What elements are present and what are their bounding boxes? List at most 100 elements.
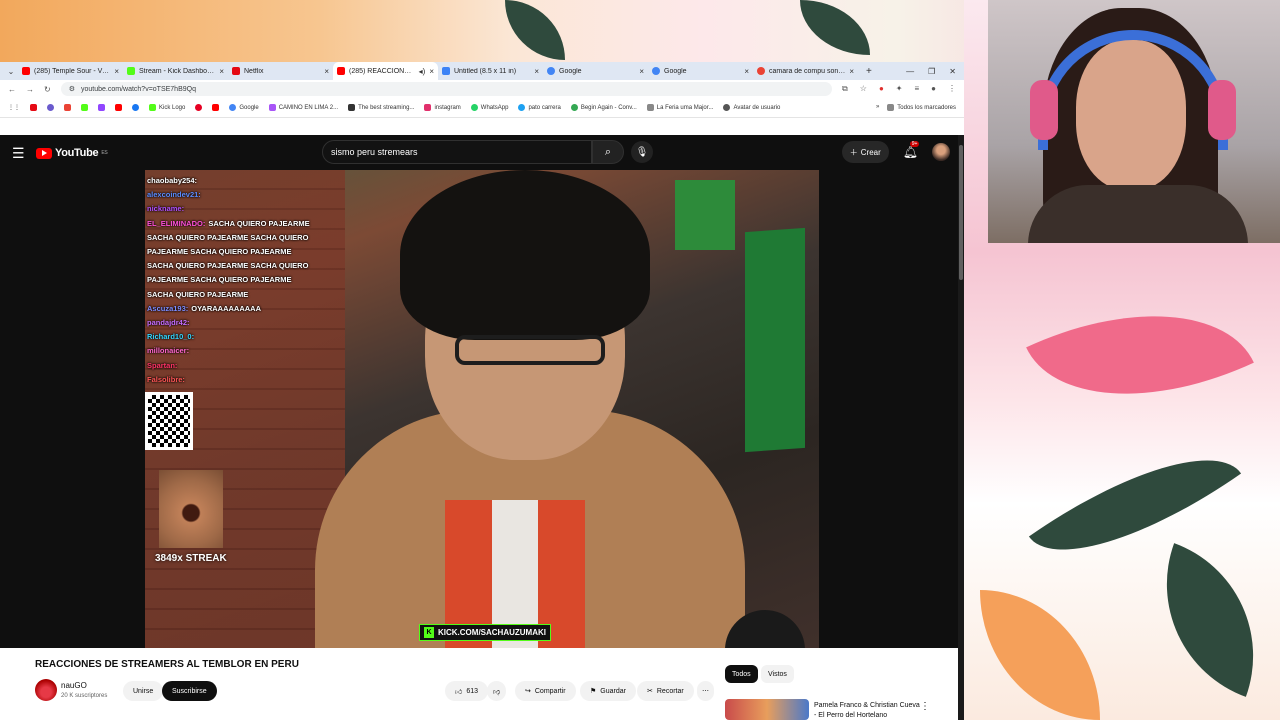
bookmark-gmail[interactable] — [64, 104, 71, 111]
bookmark-netflix[interactable] — [30, 104, 37, 111]
close-icon[interactable]: × — [324, 67, 329, 76]
video-player[interactable]: chaobaby254: alexcoindev21: nickname: EL… — [145, 170, 819, 648]
bookmark-star-icon[interactable]: ☆ — [860, 84, 867, 94]
bookmark-avatar[interactable]: Avatar de usuario — [723, 104, 780, 111]
url-field[interactable]: ⚙ youtube.com/watch?v=oTSE7hB9Qq — [60, 82, 833, 96]
bookmark-la-feria[interactable]: La Feria uma Major... — [646, 104, 713, 111]
youtube-logo[interactable]: YouTube ES — [36, 147, 108, 159]
share-icon: ↪ — [525, 688, 531, 695]
extensions-icon[interactable]: ✦ — [896, 84, 903, 94]
close-icon[interactable]: × — [849, 67, 854, 76]
pinterest-icon — [195, 104, 203, 111]
clip-button[interactable]: ✂ Recortar — [637, 681, 694, 701]
plus-icon: ＋ — [849, 147, 858, 157]
bookmark-youtube-2[interactable] — [212, 104, 220, 111]
bookmark-facebook[interactable] — [132, 104, 139, 111]
maximize-icon[interactable]: ❐ — [928, 67, 935, 76]
bookmark-streaming[interactable]: The best streaming... — [348, 104, 414, 111]
youtube-icon — [115, 104, 122, 111]
voice-search-button[interactable]: 🎙︎ — [631, 141, 653, 163]
channel-name[interactable]: nauGO — [61, 681, 87, 690]
close-icon[interactable]: × — [114, 67, 119, 76]
bookmark-kick-logo[interactable]: Kick Logo — [149, 104, 185, 111]
bookmark-icon: ⚑ — [590, 688, 597, 695]
bookmarks-bar: ⋮⋮ Kick Logo Google CAMINO EN LIMA 2... … — [0, 98, 964, 118]
chat-message: millonaicer: — [147, 346, 190, 356]
cast-icon[interactable]: ⧉ — [842, 84, 848, 94]
kick-icon — [149, 104, 156, 111]
tab-0[interactable]: (285) Temple Sour - Vers × — [18, 62, 123, 80]
search-button[interactable]: ⌕ — [592, 140, 624, 164]
google-icon — [229, 104, 237, 111]
search-input[interactable]: sismo peru stremears — [322, 140, 592, 164]
more-vert-icon[interactable]: ⋮ — [948, 84, 956, 94]
close-icon[interactable]: × — [744, 67, 749, 76]
bookmark-pinterest[interactable] — [195, 104, 203, 111]
kick-icon: K — [424, 627, 434, 638]
youtube-icon — [337, 67, 345, 75]
bookmark-instagram[interactable]: instagram — [424, 104, 461, 111]
chip-all[interactable]: Todos — [725, 665, 758, 683]
address-bar: ← → ↻ ⚙ youtube.com/watch?v=oTSE7hB9Qq ⧉… — [0, 80, 964, 98]
tab-3-active[interactable]: (285) REACCIONES DE◂)× — [333, 62, 438, 80]
close-window-icon[interactable]: ✕ — [949, 67, 956, 76]
account-avatar[interactable] — [932, 143, 950, 161]
close-icon[interactable]: × — [534, 67, 539, 76]
new-tab-button[interactable]: + — [858, 66, 880, 77]
join-button[interactable]: Unirse — [123, 681, 164, 701]
page-scrollbar[interactable] — [958, 135, 964, 720]
webcam-headphone-ear — [1030, 80, 1058, 140]
bookmark-begin-again[interactable]: Begin Again - Conv... — [570, 104, 637, 111]
minimize-icon[interactable]: — — [906, 67, 914, 76]
subscribe-button[interactable]: Suscribirse — [162, 681, 217, 701]
bookmark-pato[interactable]: pato carrera — [518, 104, 561, 111]
reload-icon[interactable]: ↻ — [44, 85, 51, 94]
site-info-icon[interactable]: ⚙ — [69, 85, 75, 93]
bookmark-youtube[interactable] — [115, 104, 122, 111]
recommended-video-title[interactable]: Pamela Franco & Christian Cueva - El Per… — [814, 701, 924, 720]
like-button[interactable]: 👍︎ 613 — [445, 681, 489, 701]
bookmark-camino[interactable]: CAMINO EN LIMA 2... — [268, 104, 338, 111]
bookmark-google[interactable]: Google — [229, 104, 259, 111]
media-icon[interactable]: ≡ — [914, 84, 919, 94]
opera-icon — [47, 104, 54, 111]
chip-watched[interactable]: Vistos — [761, 665, 794, 683]
more-vert-icon[interactable]: ⋮ — [920, 701, 930, 712]
bookmark-whatsapp[interactable]: WhatsApp — [470, 104, 508, 111]
bookmark-opera[interactable] — [47, 104, 54, 111]
speaker-icon: ◂) — [418, 66, 426, 76]
forward-icon[interactable]: → — [26, 85, 34, 94]
close-icon[interactable]: × — [429, 67, 434, 76]
tab-7[interactable]: camara de compu son el × — [753, 62, 858, 80]
save-button[interactable]: ⚑ Guardar — [580, 681, 636, 701]
tab-6[interactable]: Google × — [648, 62, 753, 80]
all-bookmarks[interactable]: Todos los marcadores — [887, 104, 956, 111]
bookmark-twitch[interactable] — [98, 104, 105, 111]
video-details: REACCIONES DE STREAMERS AL TEMBLOR EN PE… — [0, 648, 964, 720]
scrollbar-thumb[interactable] — [959, 145, 963, 280]
video-background-kick-banner — [745, 227, 805, 453]
twitter-icon — [518, 104, 526, 111]
recommended-video-thumbnail[interactable] — [725, 699, 809, 720]
tab-search-icon[interactable]: ⌄ — [4, 67, 18, 76]
notifications-button[interactable]: 🔔︎ 9+ — [903, 141, 920, 159]
chevron-right-icon[interactable]: » — [876, 104, 879, 111]
dislike-button[interactable]: 👎︎ — [487, 681, 507, 701]
tab-2[interactable]: Netflix × — [228, 62, 333, 80]
tab-1[interactable]: Stream - Kick Dashboard × — [123, 62, 228, 80]
channel-subscriber-count: 20 K suscriptores — [61, 693, 108, 699]
apps-icon[interactable]: ⋮⋮ — [8, 104, 20, 111]
create-button[interactable]: ＋ Crear — [841, 141, 889, 163]
hamburger-menu-icon[interactable]: ☰ — [12, 145, 36, 162]
share-button[interactable]: ↪ Compartir — [515, 681, 576, 701]
more-actions-button[interactable]: ⋯ — [697, 681, 714, 701]
bookmark-kick[interactable] — [81, 104, 88, 111]
opera-icon[interactable]: ● — [879, 84, 884, 94]
channel-avatar[interactable] — [35, 679, 57, 701]
tab-4[interactable]: Untitled (8.5 x 11 in) × — [438, 62, 543, 80]
close-icon[interactable]: × — [219, 67, 224, 76]
profile-icon[interactable]: ● — [931, 84, 936, 94]
tab-5[interactable]: Google × — [543, 62, 648, 80]
back-icon[interactable]: ← — [8, 85, 16, 94]
close-icon[interactable]: × — [639, 67, 644, 76]
